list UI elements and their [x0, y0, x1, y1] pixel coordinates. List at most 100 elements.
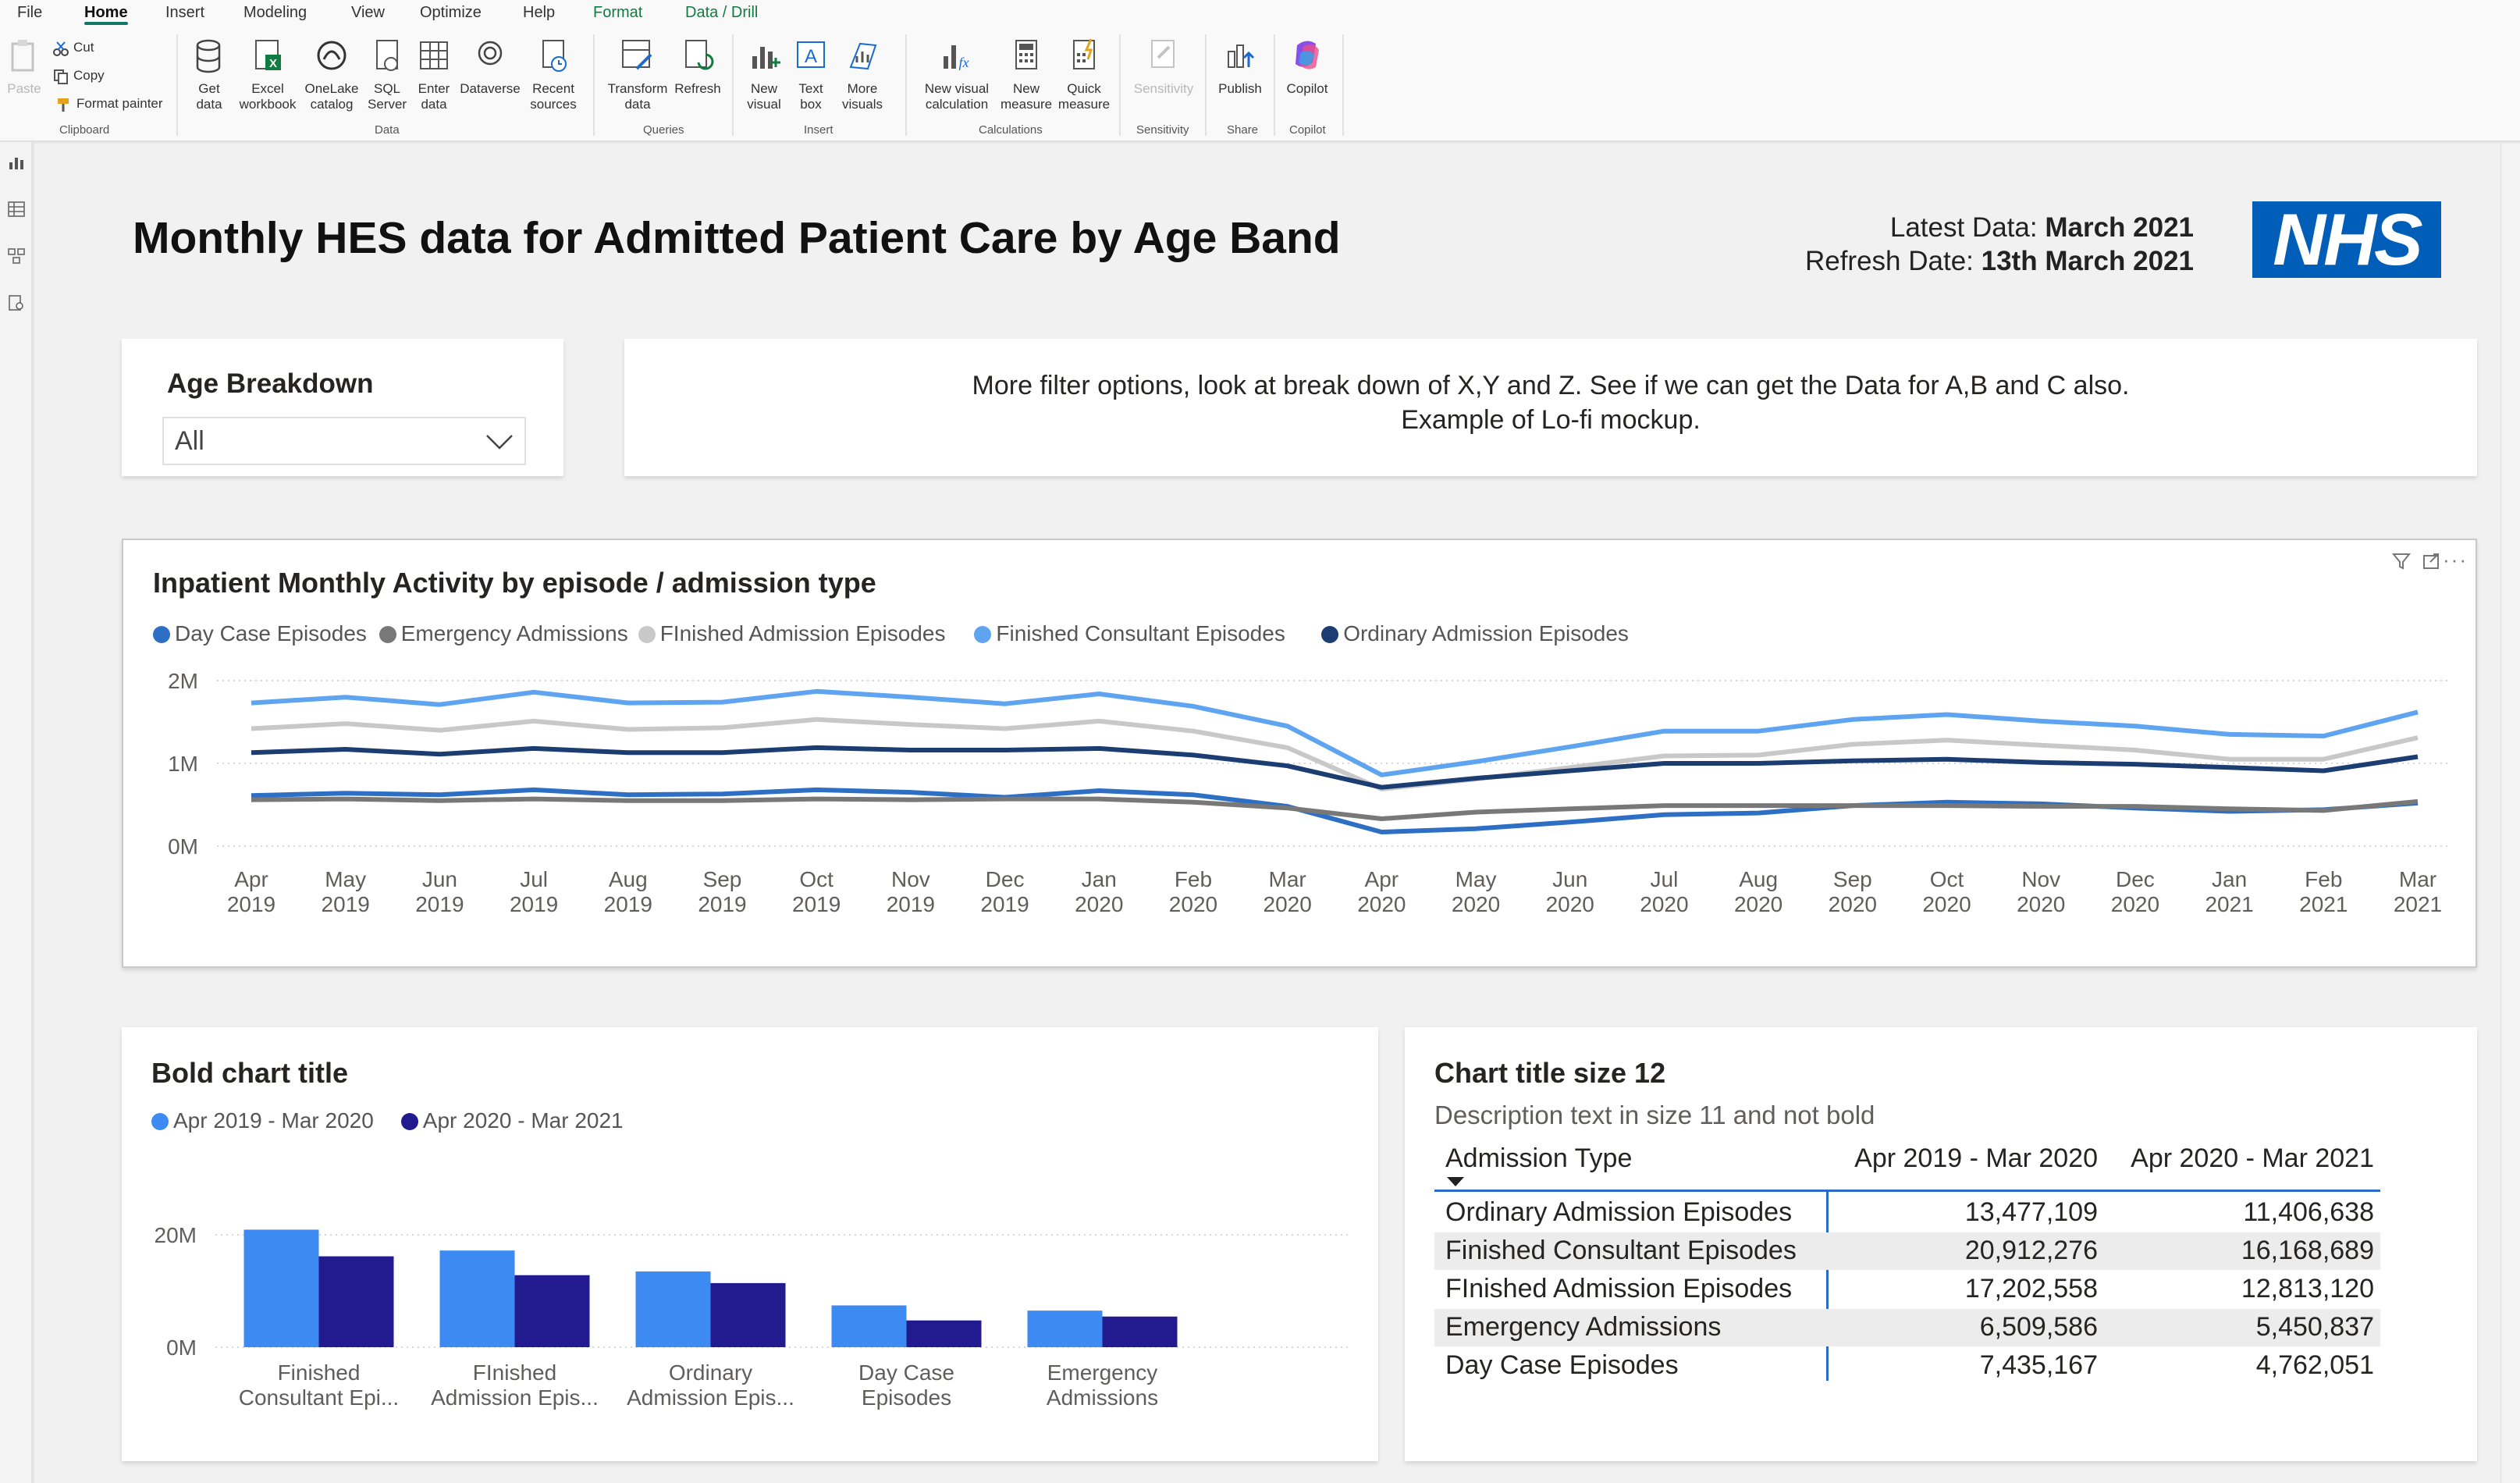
dataverse-button[interactable]: Dataverse	[459, 36, 521, 97]
quick-measure-button[interactable]: Quick measure	[1055, 36, 1113, 112]
sql-server-icon	[376, 40, 398, 71]
paste-icon	[11, 40, 34, 72]
tab-view[interactable]: View	[351, 0, 385, 25]
x-tick-label: 2019	[604, 892, 652, 916]
x-tick-label: 2020	[2111, 892, 2159, 916]
copy-button[interactable]: Copy	[53, 67, 105, 84]
sort-descending-icon[interactable]	[1447, 1177, 1464, 1186]
tab-help[interactable]: Help	[523, 0, 555, 25]
x-tick-label: 2021	[2205, 892, 2253, 916]
x-tick-label: Oct	[1930, 867, 1964, 891]
x-tick-label: 2019	[322, 892, 370, 916]
x-tick-label: 2019	[698, 892, 746, 916]
sensitivity-button[interactable]: Sensitivity	[1128, 36, 1199, 97]
database-icon	[196, 39, 221, 73]
table-cell: Emergency Admissions	[1445, 1312, 1722, 1342]
column-header[interactable]: Apr 2020 - Mar 2021	[2046, 1140, 2374, 1177]
notes-line-2: Example of Lo-fi mockup.	[1401, 405, 1701, 435]
x-tick-label: 2020	[1169, 892, 1217, 916]
table-card[interactable]: Chart title size 12 Description text in …	[1405, 1027, 2477, 1461]
x-tick-label: 2020	[1452, 892, 1500, 916]
x-tick-label: Admission Epis...	[627, 1385, 794, 1410]
copilot-button[interactable]: Copilot	[1280, 36, 1335, 97]
x-tick-label: 2021	[2299, 892, 2348, 916]
tab-home[interactable]: Home	[84, 0, 128, 25]
refresh-button[interactable]: Refresh	[673, 36, 723, 97]
text-box-button[interactable]: A Text box	[790, 36, 832, 112]
line-chart-card[interactable]: Inpatient Monthly Activity by episode / …	[122, 539, 2477, 968]
model-view-icon[interactable]	[7, 247, 26, 265]
brush-icon	[58, 98, 69, 112]
bar	[906, 1320, 982, 1347]
x-tick-label: Admissions	[1047, 1385, 1158, 1410]
report-view-icon[interactable]	[7, 153, 26, 172]
paste-button[interactable]: Paste	[5, 36, 44, 97]
tab-insert[interactable]: Insert	[165, 0, 204, 25]
bar-chart-card[interactable]: Bold chart title Apr 2019 - Mar 2020 Apr …	[122, 1027, 1378, 1461]
sql-server-button[interactable]: SQL Server	[367, 36, 407, 112]
refresh-info: Latest Data: March 2021 Refresh Date: 13…	[1805, 211, 2194, 278]
publish-icon	[1228, 44, 1255, 68]
table-cell: Day Case Episodes	[1445, 1350, 1679, 1380]
x-tick-label: May	[325, 867, 366, 891]
refresh-date-value: 13th March 2021	[1981, 246, 2194, 276]
transform-icon	[622, 40, 652, 70]
copy-icon	[54, 69, 68, 84]
x-tick-label: Jul	[1651, 867, 1679, 891]
x-tick-label: 2020	[1264, 892, 1312, 916]
ribbon-separator	[1342, 34, 1344, 136]
age-breakdown-dropdown[interactable]: All	[162, 417, 526, 465]
bar-chart-plot: 20M0MFinishedConsultant Epi...FInishedAd…	[155, 1223, 1350, 1410]
x-tick-label: 2020	[1640, 892, 1688, 916]
table-view-icon[interactable]	[7, 200, 26, 219]
format-painter-button[interactable]: Format painter	[56, 95, 163, 112]
notes-textbox: More filter options, look at break down …	[624, 339, 2477, 476]
insert-group-label: Insert	[804, 123, 833, 137]
enter-data-button[interactable]: Enter data	[412, 36, 456, 112]
canvas-scrollbar[interactable]	[2500, 144, 2520, 1483]
x-tick-label: Jul	[520, 867, 548, 891]
x-tick-label: 2019	[887, 892, 935, 916]
nhs-logo: NHS	[2252, 201, 2441, 278]
x-tick-label: Feb	[2305, 867, 2342, 891]
publish-button[interactable]: Publish	[1214, 36, 1266, 97]
ribbon-separator	[732, 34, 734, 136]
recent-sources-button[interactable]: Recent sources	[528, 36, 579, 112]
tab-modeling[interactable]: Modeling	[243, 0, 307, 25]
refresh-icon	[685, 40, 714, 70]
column-header[interactable]: Admission Type	[1445, 1140, 1632, 1177]
latest-data-label: Latest Data:	[1889, 212, 2046, 243]
get-data-button[interactable]: Get data	[186, 36, 233, 112]
text-box-icon: A	[797, 41, 825, 68]
bar	[439, 1250, 515, 1347]
svg-text:X: X	[269, 57, 277, 70]
table-cell: 13,477,109	[1964, 1197, 2098, 1227]
tab-format[interactable]: Format	[593, 0, 642, 25]
tab-optimize[interactable]: Optimize	[420, 0, 482, 25]
x-tick-label: 2020	[1829, 892, 1877, 916]
tab-file[interactable]: File	[17, 0, 42, 25]
ribbon-separator	[1274, 34, 1275, 136]
cut-button[interactable]: Cut	[53, 39, 94, 56]
tab-data-drill[interactable]: Data / Drill	[685, 0, 758, 25]
calculations-group-label: Calculations	[979, 123, 1043, 137]
svg-text:A: A	[805, 46, 817, 67]
x-tick-label: Day Case	[858, 1360, 954, 1385]
bar	[1027, 1311, 1103, 1347]
transform-data-button[interactable]: Transform data	[604, 36, 671, 112]
excel-workbook-button[interactable]: X Excel workbook	[234, 36, 301, 112]
share-group-label: Share	[1227, 123, 1259, 137]
more-visuals-button[interactable]: More visuals	[835, 36, 890, 112]
new-measure-button[interactable]: New measure	[999, 36, 1054, 112]
dax-query-view-icon[interactable]	[7, 293, 26, 312]
x-tick-label: Nov	[891, 867, 930, 891]
x-tick-label: Consultant Epi...	[239, 1385, 399, 1410]
table-cell: 6,509,586	[1979, 1312, 2098, 1342]
x-tick-label: Apr	[234, 867, 268, 891]
x-tick-label: Feb	[1175, 867, 1212, 891]
new-visual-button[interactable]: New visual	[741, 36, 787, 112]
table-cell: 12,813,120	[2241, 1274, 2374, 1303]
age-breakdown-slicer: Age Breakdown All	[122, 339, 563, 476]
new-visual-calculation-button[interactable]: fx New visual calculation	[913, 36, 1001, 112]
onelake-catalog-button[interactable]: OneLake catalog	[301, 36, 362, 112]
